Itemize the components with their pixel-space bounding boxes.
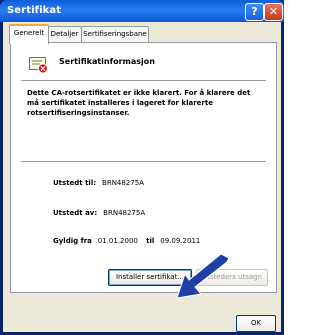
dialog-body: Generelt Detaljer Sertifiseringsbane Ser… xyxy=(3,22,281,332)
window-title: Sertifikat xyxy=(7,5,62,16)
issued-by-label: Utstedt av: xyxy=(53,209,98,217)
untrusted-warning: Dette CA-rotsertifikatet er ikke klarert… xyxy=(27,89,251,117)
ok-button[interactable]: OK xyxy=(236,315,276,332)
certificate-icon xyxy=(29,57,48,74)
tab-certification-path[interactable]: Sertifiseringsbane xyxy=(81,26,149,42)
pointer-arrow-icon xyxy=(176,254,230,299)
help-button[interactable]: ? xyxy=(245,3,264,21)
info-title: Sertifikatinformasjon xyxy=(59,57,155,66)
tab-details[interactable]: Detaljer xyxy=(47,26,82,42)
issued-by-value: BRN48275A xyxy=(103,209,146,217)
valid-to-label: til xyxy=(146,237,155,245)
issued-to-value: BRN48275A xyxy=(102,179,144,187)
tab-general[interactable]: Generelt xyxy=(9,24,49,44)
divider-top xyxy=(21,80,266,81)
valid-from-label: Gyldig fra xyxy=(53,237,92,245)
divider-middle xyxy=(21,161,266,162)
validity-row: Gyldig fra 01.01.2000 til 09.09.2011 xyxy=(53,237,200,245)
close-button[interactable]: ✕ xyxy=(264,3,283,21)
valid-from-value: 01.01.2000 xyxy=(97,237,138,245)
valid-to-value: 09.09.2011 xyxy=(160,237,201,245)
certificate-window: Sertifikat ? ✕ Generelt Detaljer Sertifi… xyxy=(0,0,284,335)
issued-to-label: Utstedt til: xyxy=(53,179,97,187)
general-panel: Sertifikatinformasjon Dette CA-rotsertif… xyxy=(10,42,277,293)
issued-to-row: Utstedt til: BRN48275A xyxy=(53,179,144,187)
issued-by-row: Utstedt av: BRN48275A xyxy=(53,209,145,217)
title-bar[interactable]: Sertifikat ? ✕ xyxy=(0,0,284,22)
